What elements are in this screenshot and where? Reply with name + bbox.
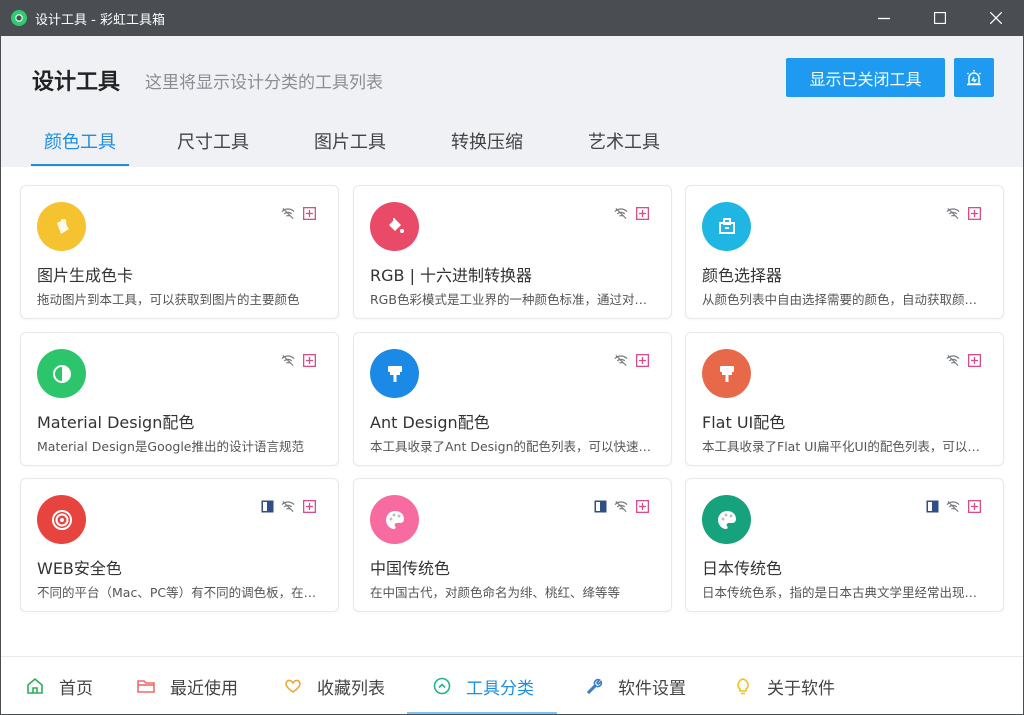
nav-favorites[interactable]: 收藏列表 (283, 657, 385, 715)
add-to-favorites-icon[interactable] (635, 499, 649, 513)
tool-card[interactable]: 日本传统色日本传统色系，指的是日本古典文学里经常出现的颜色 (685, 478, 1004, 612)
tool-card-description: 拖动图片到本工具，可以获取到图片的主要颜色 (37, 292, 300, 307)
nav-recent[interactable]: 最近使用 (136, 657, 238, 715)
title-bar: 设计工具 - 彩虹工具箱 (0, 0, 1024, 36)
show-closed-tools-button[interactable]: 显示已关闭工具 (786, 58, 945, 97)
tab-size-tools[interactable]: 尺寸工具 (169, 128, 266, 167)
tab-spacer (266, 128, 306, 167)
tool-card[interactable]: 中国传统色在中国古代，对颜色命名为绯、桃红、绛等等 (353, 478, 672, 612)
nav-about[interactable]: 关于软件 (733, 657, 835, 715)
tab-spacer (540, 128, 580, 167)
tab-spacer (403, 128, 443, 167)
book-icon[interactable] (925, 499, 939, 513)
nav-settings[interactable]: 软件设置 (584, 657, 686, 715)
lightbulb-icon (737, 678, 749, 695)
maximize-button[interactable] (912, 0, 968, 36)
add-to-favorites-icon[interactable] (302, 499, 316, 513)
add-to-favorites-icon[interactable] (635, 353, 649, 367)
tool-card-description: 从颜色列表中自由选择需要的颜色，自动获取颜色值 (702, 292, 987, 307)
wifi-off-icon (946, 353, 960, 367)
bottom-nav: 首页 最近使用 收藏列表 工具分类 软件设置 关于软件 (1, 656, 1023, 715)
minimize-icon (878, 17, 890, 20)
page-title: 设计工具 (32, 70, 121, 95)
tool-card-description: Material Design是Google推出的设计语言规范 (37, 439, 304, 454)
tool-card-title: RGB | 十六进制转换器 (370, 266, 533, 285)
tool-card[interactable]: Flat UI配色本工具收录了Flat UI扁平化UI的配色列表，可以快速复制 (685, 332, 1004, 466)
wifi-off-icon (281, 206, 295, 220)
tool-card-description: 本工具收录了Ant Design的配色列表，可以快速复制 (370, 439, 655, 454)
add-to-favorites-icon[interactable] (635, 206, 649, 220)
nav-categories[interactable]: 工具分类 (432, 657, 534, 715)
category-icon (433, 677, 451, 695)
wifi-off-icon (281, 499, 295, 513)
wifi-off-icon (614, 499, 628, 513)
palette-card-icon (37, 202, 86, 251)
tool-card-description: 在中国古代，对颜色命名为绯、桃红、绛等等 (370, 585, 621, 600)
tool-card[interactable]: Material Design配色 Material Design是Google推… (20, 332, 339, 466)
paint-bucket-icon (370, 202, 419, 251)
minimize-button[interactable] (856, 0, 912, 36)
tool-card-title: 中国传统色 (370, 559, 451, 578)
alarm-icon (966, 69, 982, 85)
tool-card[interactable]: Ant Design配色本工具收录了Ant Design的配色列表，可以快速复制 (353, 332, 672, 466)
tool-card-title: Material Design配色 (37, 413, 195, 432)
tab-art-tools[interactable]: 艺术工具 (580, 128, 677, 167)
paint-roller-icon (702, 349, 751, 398)
tool-card[interactable]: WEB安全色不同的平台（Mac、PC等）有不同的调色板，在不同的浏览器中 (20, 478, 339, 612)
home-icon (27, 677, 43, 694)
tab-convert-compress[interactable]: 转换压缩 (443, 128, 540, 167)
wifi-off-icon (946, 499, 960, 513)
add-to-favorites-icon[interactable] (302, 353, 316, 367)
category-tabs: 颜色工具 尺寸工具 图片工具 转换压缩 艺术工具 (31, 128, 677, 167)
palette-icon (702, 495, 751, 544)
wifi-off-icon (614, 353, 628, 367)
tool-card[interactable]: 颜色选择器从颜色列表中自由选择需要的颜色，自动获取颜色值 (685, 185, 1004, 319)
color-picker-icon (702, 202, 751, 251)
paint-roller-icon (370, 349, 419, 398)
maximize-icon (934, 12, 946, 24)
tool-card-title: Ant Design配色 (370, 413, 490, 432)
page-header: 设计工具 这里将显示设计分类的工具列表 显示已关闭工具 颜色工具 尺寸工具 图片… (1, 36, 1023, 167)
target-icon (37, 495, 86, 544)
add-to-favorites-icon[interactable] (967, 206, 981, 220)
close-icon (990, 12, 1002, 24)
contrast-icon (37, 349, 86, 398)
tool-card[interactable]: 图片生成色卡拖动图片到本工具，可以获取到图片的主要颜色 (20, 185, 339, 319)
book-icon[interactable] (593, 499, 607, 513)
wifi-off-icon (946, 206, 960, 220)
wifi-off-icon (614, 206, 628, 220)
tool-card-description: RGB色彩模式是工业界的一种颜色标准，通过对红绿蓝三个颜色通道的变化 (370, 292, 655, 307)
tool-card-title: 图片生成色卡 (37, 266, 134, 285)
folder-icon (137, 680, 155, 693)
tool-card-title: Flat UI配色 (702, 413, 786, 432)
app-logo-icon (11, 10, 27, 26)
palette-icon (370, 495, 419, 544)
wrench-icon (586, 678, 603, 695)
tool-card-description: 本工具收录了Flat UI扁平化UI的配色列表，可以快速复制 (702, 439, 987, 454)
tool-card-title: WEB安全色 (37, 559, 122, 578)
add-to-favorites-icon[interactable] (302, 206, 316, 220)
wifi-off-icon (281, 353, 295, 367)
alarm-button[interactable] (954, 58, 994, 97)
page-subtitle: 这里将显示设计分类的工具列表 (145, 73, 383, 93)
window-title: 设计工具 - 彩虹工具箱 (35, 12, 165, 28)
nav-home[interactable]: 首页 (25, 657, 93, 715)
tab-spacer (129, 128, 169, 167)
tool-card-title: 颜色选择器 (702, 266, 783, 285)
tool-card[interactable]: RGB | 十六进制转换器 RGB色彩模式是工业界的一种颜色标准，通过对红绿蓝三个… (353, 185, 672, 319)
book-icon[interactable] (260, 499, 274, 513)
heart-icon (285, 679, 301, 693)
tool-card-description: 不同的平台（Mac、PC等）有不同的调色板，在不同的浏览器中 (37, 585, 322, 600)
tab-color-tools[interactable]: 颜色工具 (31, 128, 129, 167)
add-to-favorites-icon[interactable] (967, 499, 981, 513)
tab-image-tools[interactable]: 图片工具 (306, 128, 403, 167)
tool-card-description: 日本传统色系，指的是日本古典文学里经常出现的颜色 (702, 585, 987, 600)
close-button[interactable] (968, 0, 1024, 36)
tool-card-title: 日本传统色 (702, 559, 783, 578)
add-to-favorites-icon[interactable] (967, 353, 981, 367)
